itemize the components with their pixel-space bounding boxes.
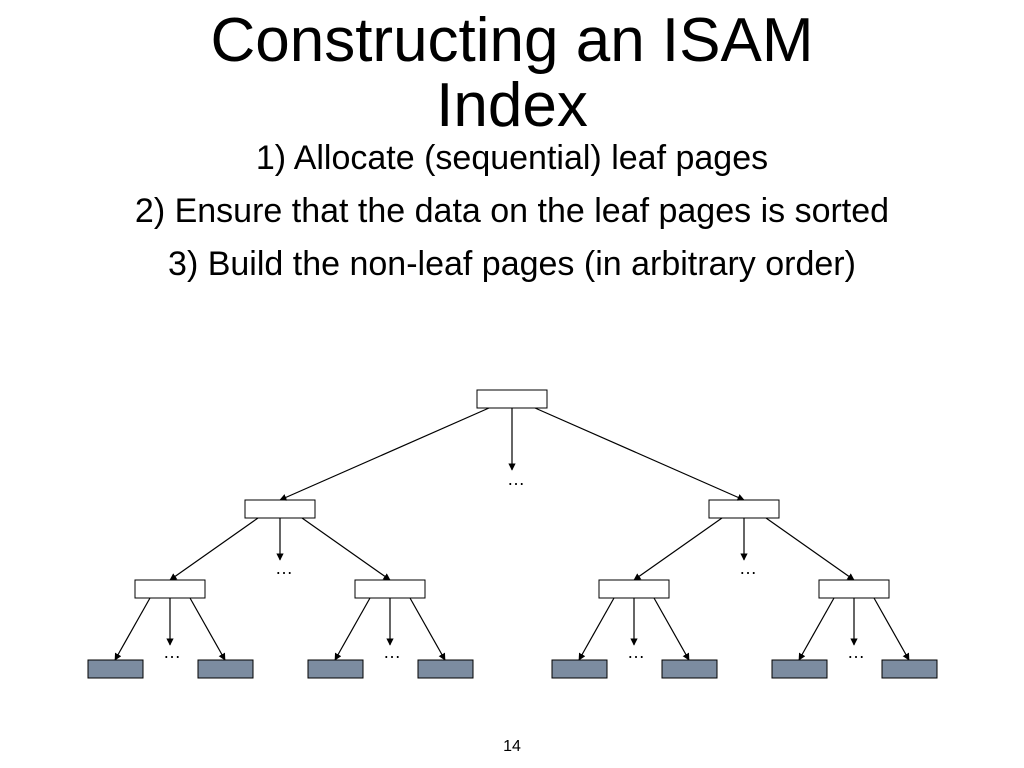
- internal-node: [135, 580, 205, 598]
- ellipsis-icon: …: [739, 558, 757, 578]
- step-3: 3) Build the non-leaf pages (in arbitrar…: [0, 238, 1024, 291]
- step-1: 1) Allocate (sequential) leaf pages: [0, 132, 1024, 185]
- internal-node: [709, 500, 779, 518]
- internal-node: [355, 580, 425, 598]
- leaf-node: [662, 660, 717, 678]
- ellipsis-icon: …: [383, 642, 401, 662]
- title-line-2: Index: [436, 71, 588, 140]
- leaf-node: [772, 660, 827, 678]
- ellipsis-icon: …: [275, 558, 293, 578]
- root-node: [477, 390, 547, 408]
- internal-node: [599, 580, 669, 598]
- slide-title: Constructing an ISAM Index: [0, 8, 1024, 138]
- ellipsis-icon: …: [163, 642, 181, 662]
- leaf-node: [198, 660, 253, 678]
- leaf-node: [882, 660, 937, 678]
- leaf-node: [308, 660, 363, 678]
- title-line-1: Constructing an ISAM: [210, 6, 813, 75]
- internal-node: [819, 580, 889, 598]
- ellipsis-icon: …: [847, 642, 865, 662]
- ellipsis-icon: …: [507, 469, 525, 489]
- step-2: 2) Ensure that the data on the leaf page…: [0, 185, 1024, 238]
- ellipsis-icon: …: [627, 642, 645, 662]
- internal-node: [245, 500, 315, 518]
- leaf-node: [418, 660, 473, 678]
- page-number: 14: [0, 738, 1024, 756]
- steps-list: 1) Allocate (sequential) leaf pages 2) E…: [0, 132, 1024, 290]
- leaf-node: [552, 660, 607, 678]
- leaf-node: [88, 660, 143, 678]
